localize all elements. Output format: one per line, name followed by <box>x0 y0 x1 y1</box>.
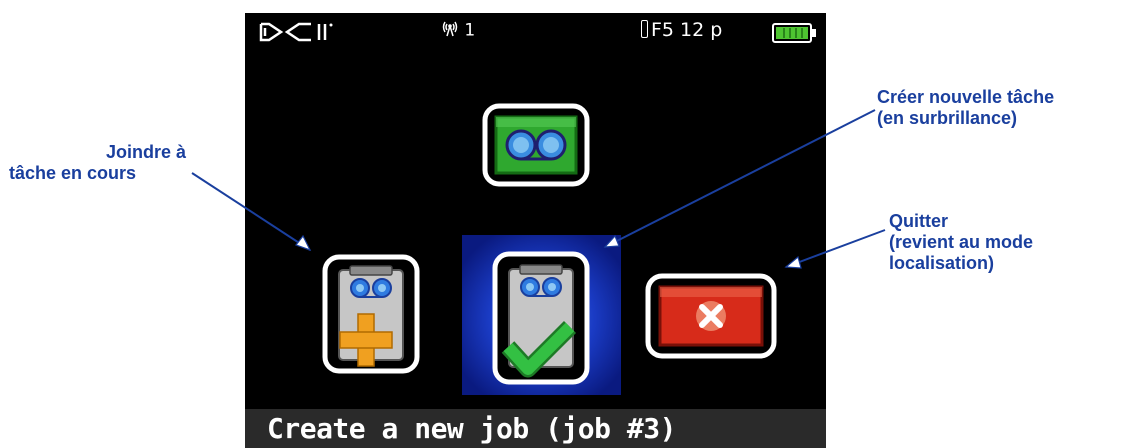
arrow-exit <box>785 229 886 268</box>
arrowhead-join <box>295 234 312 252</box>
arrowhead-exit <box>784 255 802 269</box>
arrow-create <box>604 109 876 248</box>
arrowhead-create <box>603 234 620 248</box>
arrow-join <box>191 172 311 251</box>
callout-arrows <box>191 109 886 269</box>
